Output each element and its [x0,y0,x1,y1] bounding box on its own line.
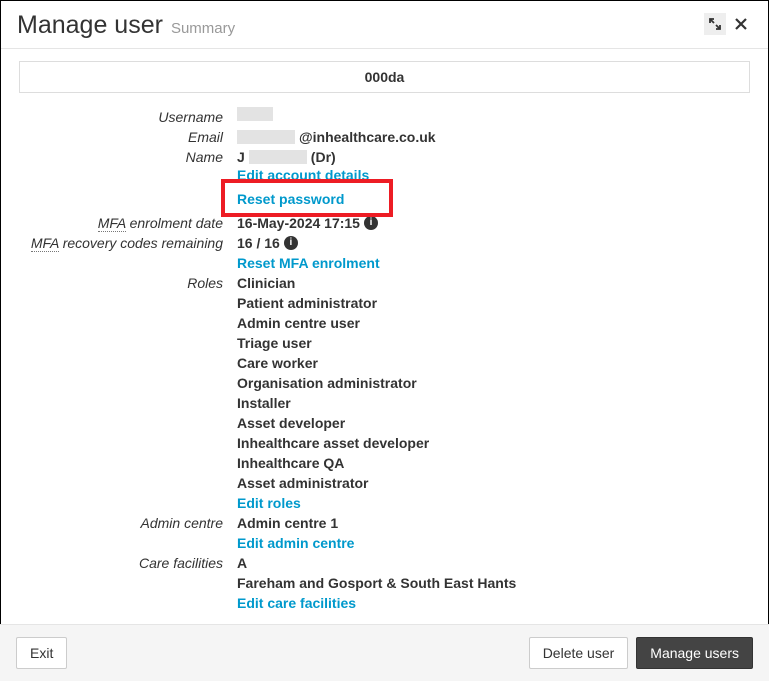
reset-password-link[interactable]: Reset password [237,191,344,207]
roles-label: Roles [19,273,237,293]
role-item: Inhealthcare asset developer [237,433,429,453]
exit-button[interactable]: Exit [16,637,67,669]
role-item: Clinician [237,273,429,293]
page-subtitle: Summary [171,20,235,37]
info-icon[interactable]: i [364,216,378,230]
mfa-enrolment-date-label: MFA enrolment date [19,213,237,233]
email-value: @inhealthcare.co.uk [237,127,436,147]
manage-users-button[interactable]: Manage users [636,637,753,669]
role-item: Organisation administrator [237,373,429,393]
redacted-box [237,130,295,144]
mfa-codes-value: 16 / 16 i [237,233,298,253]
role-item: Care worker [237,353,429,373]
role-item: Inhealthcare QA [237,453,429,473]
admin-centre-value: Admin centre 1 [237,515,338,531]
email-label: Email [19,127,237,147]
role-item: Admin centre user [237,313,429,333]
redacted-box [237,107,273,121]
role-item: Asset developer [237,413,429,433]
role-item: Patient administrator [237,293,429,313]
info-icon[interactable]: i [284,236,298,250]
name-value: J(Dr) [237,147,336,167]
care-facility-item: Fareham and Gosport & South East Hants [237,573,516,593]
email-domain: @inhealthcare.co.uk [299,127,436,147]
roles-list: Clinician Patient administrator Admin ce… [237,273,429,513]
care-facility-item: A [237,553,516,573]
close-icon[interactable] [730,13,752,35]
edit-admin-centre-link[interactable]: Edit admin centre [237,535,354,551]
username-value [237,107,273,121]
modal-header: Manage user Summary [1,1,768,49]
modal-footer: Exit Delete user Manage users [0,624,769,681]
username-label: Username [19,107,237,127]
role-item: Triage user [237,333,429,353]
care-facilities-label: Care facilities [19,553,237,573]
expand-icon[interactable] [704,13,726,35]
edit-care-facilities-link[interactable]: Edit care facilities [237,593,516,613]
content-area: 000da Username Email @inhealthcare.co.uk… [1,49,768,613]
role-item: Asset administrator [237,473,429,493]
delete-user-button[interactable]: Delete user [529,637,629,669]
redacted-box [249,150,307,164]
name-label: Name [19,147,237,167]
edit-roles-link[interactable]: Edit roles [237,493,429,513]
reset-mfa-link[interactable]: Reset MFA enrolment [237,253,380,273]
page-title: Manage user [17,11,163,40]
admin-centre-label: Admin centre [19,513,237,533]
reset-password-highlight: Reset password [221,179,393,217]
user-id-bar: 000da [19,61,750,93]
mfa-codes-label: MFA recovery codes remaining [19,233,237,253]
role-item: Installer [237,393,429,413]
